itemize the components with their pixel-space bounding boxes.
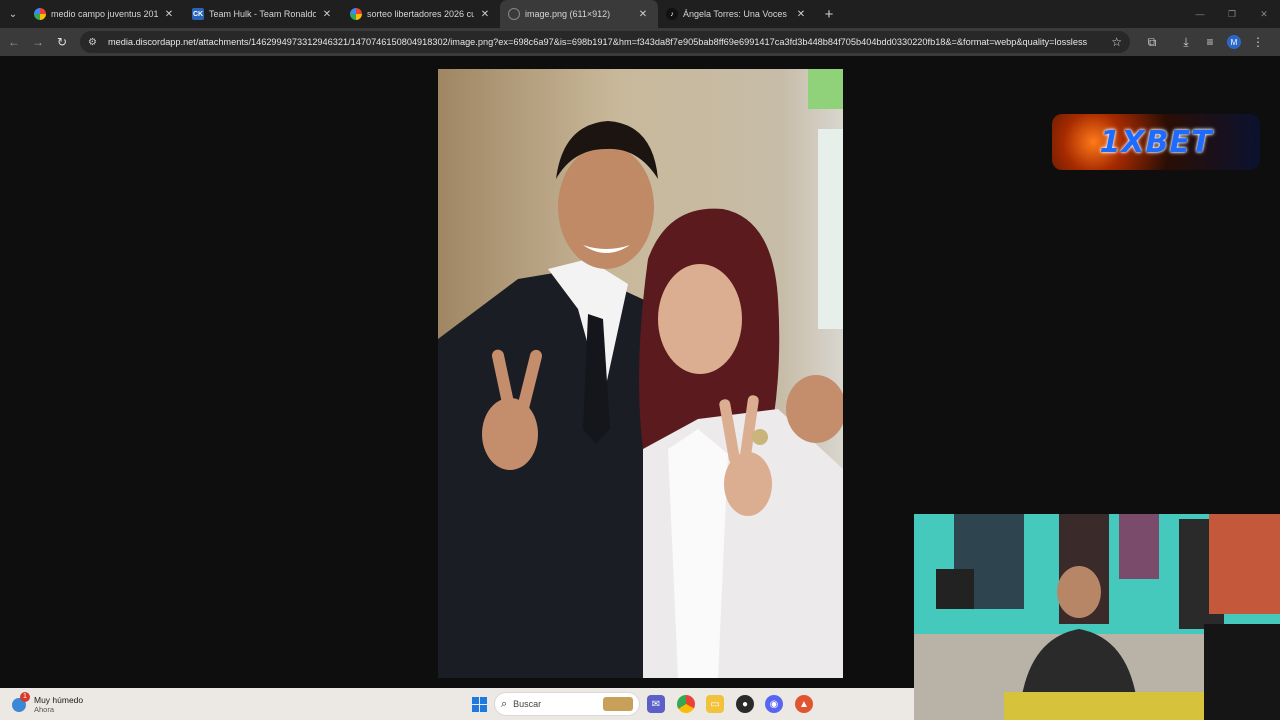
- webcam-feed: [914, 514, 1280, 720]
- search-highlight-icon: [603, 697, 633, 711]
- teams-icon[interactable]: ✉: [647, 695, 665, 713]
- tab-title: Team Hulk - Team Ronaldo Ap: [209, 9, 316, 19]
- extensions-icon[interactable]: ⧉: [1140, 35, 1164, 50]
- close-tab-icon[interactable]: ✕: [478, 9, 492, 20]
- 1xbet-ad-overlay[interactable]: 1XBET: [1052, 114, 1260, 170]
- windows-start-icon[interactable]: [470, 695, 488, 713]
- weather-title: Muy húmedo: [34, 694, 84, 705]
- tab-title: medio campo juventus 2015 - B: [51, 9, 158, 19]
- tab-search-chevron-icon[interactable]: ⌄: [0, 0, 26, 28]
- weather-widget[interactable]: 1 Muy húmedo Ahora: [12, 692, 84, 714]
- ad-brand: 1XBET: [1099, 124, 1213, 160]
- close-window-icon[interactable]: ✕: [1248, 0, 1280, 28]
- ck-icon: CK: [192, 8, 204, 20]
- tab-3[interactable]: image.png (611×912) ✕: [500, 0, 658, 28]
- menu-kebab-icon[interactable]: ⋮: [1246, 35, 1270, 49]
- search-placeholder: Buscar: [513, 699, 542, 709]
- discord-icon[interactable]: ◉: [765, 695, 783, 713]
- close-tab-icon[interactable]: ✕: [794, 9, 808, 20]
- site-info-icon[interactable]: ⚙: [88, 37, 102, 48]
- new-tab-button[interactable]: +: [816, 6, 842, 23]
- close-tab-icon[interactable]: ✕: [636, 9, 650, 20]
- webcam-overlay: [914, 514, 1280, 720]
- weather-subtitle: Ahora: [34, 704, 55, 714]
- restore-icon[interactable]: ❐: [1216, 0, 1248, 28]
- google-icon: [350, 8, 362, 20]
- tab-0[interactable]: medio campo juventus 2015 - B ✕: [26, 0, 184, 28]
- tab-title: sorteo libertadores 2026 cuand: [367, 9, 474, 19]
- obs-icon[interactable]: ●: [736, 695, 754, 713]
- profile-avatar[interactable]: M: [1227, 35, 1241, 49]
- tiktok-icon: ♪: [666, 8, 678, 20]
- chrome-icon[interactable]: [677, 695, 695, 713]
- browser-toolbar: ← → ↻ ⚙ media.discordapp.net/attachments…: [0, 28, 1280, 56]
- file-explorer-icon[interactable]: ▭: [706, 695, 724, 713]
- globe-icon: [508, 8, 520, 20]
- media-queue-icon[interactable]: ≡: [1198, 35, 1222, 49]
- close-tab-icon[interactable]: ✕: [320, 9, 334, 20]
- back-arrow-icon[interactable]: ←: [2, 35, 26, 49]
- browser-tab-bar: ⌄ medio campo juventus 2015 - B ✕ CK Tea…: [0, 0, 1280, 28]
- photo-illustration: [438, 69, 843, 678]
- google-icon: [34, 8, 46, 20]
- search-icon: ⌕: [501, 697, 508, 710]
- app-icon[interactable]: ▲: [795, 695, 813, 713]
- bookmark-star-icon[interactable]: ☆: [1111, 35, 1122, 49]
- address-url[interactable]: media.discordapp.net/attachments/1462994…: [108, 37, 1105, 47]
- windows-taskbar: 1 Muy húmedo Ahora ⌕ Buscar ✉ ▭ ● ◉ ▲: [0, 688, 914, 720]
- address-bar[interactable]: ⚙ media.discordapp.net/attachments/14629…: [80, 31, 1130, 53]
- minimize-icon[interactable]: —: [1184, 0, 1216, 28]
- weather-badge: 1: [20, 692, 30, 702]
- window-controls: — ❐ ✕: [1184, 0, 1280, 28]
- close-tab-icon[interactable]: ✕: [162, 9, 176, 20]
- taskbar-search[interactable]: ⌕ Buscar: [494, 692, 640, 716]
- tab-title: Ángela Torres: Una Voces Herm: [683, 9, 790, 19]
- reload-icon[interactable]: ↻: [50, 35, 74, 49]
- download-icon[interactable]: ⤓: [1174, 35, 1198, 50]
- tab-1[interactable]: CK Team Hulk - Team Ronaldo Ap ✕: [184, 0, 342, 28]
- tab-4[interactable]: ♪ Ángela Torres: Una Voces Herm ✕: [658, 0, 816, 28]
- tab-title: image.png (611×912): [525, 9, 611, 19]
- weather-icon: 1: [12, 692, 30, 712]
- displayed-image: [438, 69, 843, 678]
- tab-2[interactable]: sorteo libertadores 2026 cuand ✕: [342, 0, 500, 28]
- forward-arrow-icon[interactable]: →: [26, 35, 50, 49]
